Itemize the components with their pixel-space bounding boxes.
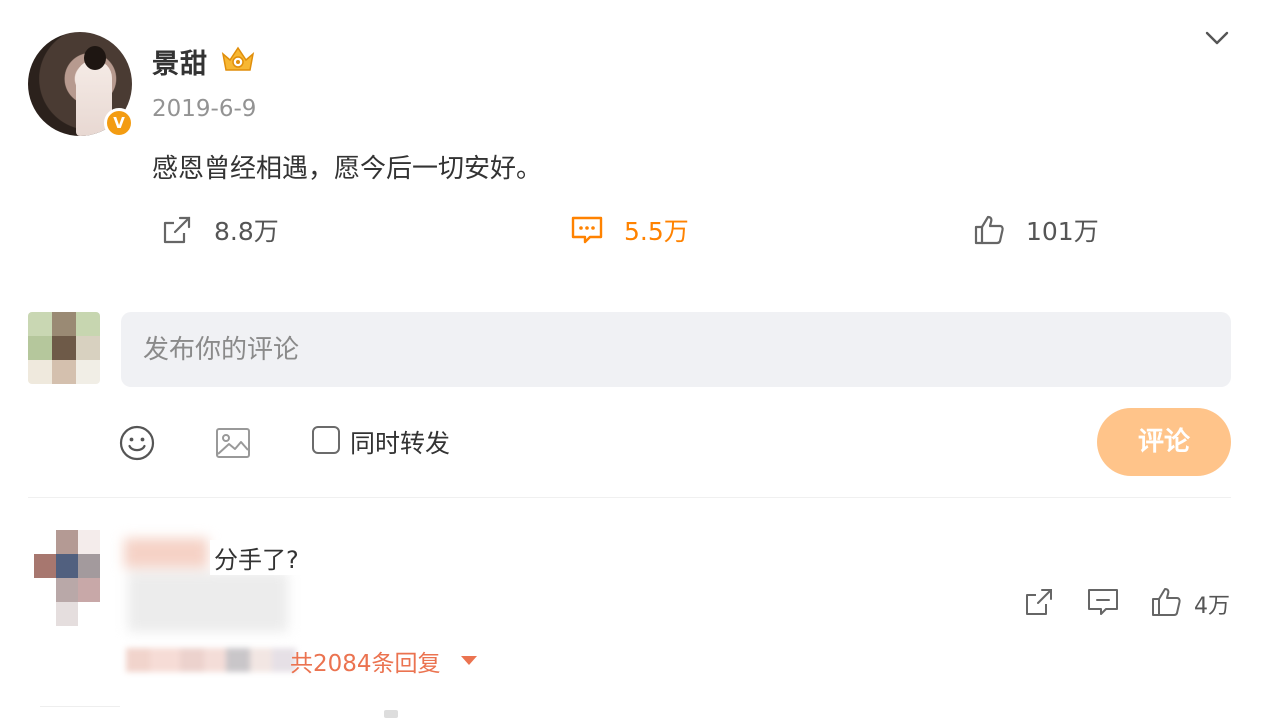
next-comment-edge (384, 710, 398, 718)
image-icon[interactable] (214, 424, 252, 462)
like-count: 101万 (1026, 217, 1099, 246)
blur-block (128, 572, 288, 632)
submit-comment-button[interactable]: 评论 (1097, 408, 1231, 476)
author-name[interactable]: 景甜 (152, 42, 208, 81)
comment-like-icon[interactable] (1148, 584, 1184, 620)
thumbs-up-icon (974, 215, 1004, 245)
comment-input[interactable] (121, 312, 1231, 387)
post-text: 感恩曾经相遇，愿今后一切安好。 (152, 154, 543, 184)
avatar-head (84, 46, 106, 70)
emoji-icon[interactable] (118, 424, 156, 462)
view-replies-link[interactable]: 共2084条回复 (290, 644, 441, 678)
share-button[interactable]: 8.8万 (160, 210, 279, 250)
replies-prefix-blurred (126, 648, 296, 672)
comment-text: 分手了? (210, 540, 303, 575)
comment-reply-icon[interactable] (1085, 584, 1121, 620)
post-date: 2019-6-9 (152, 96, 257, 122)
comment-button[interactable]: 5.5万 (570, 210, 689, 250)
verified-badge-icon: V (104, 108, 134, 138)
next-comment-edge (40, 706, 120, 718)
crown-vip-icon[interactable] (220, 44, 256, 76)
share-count: 8.8万 (214, 217, 279, 246)
post-header: V 景甜 2019-6-9 感恩曾经相遇，愿今后一切安好。 8.8万 5.5万 (0, 0, 1280, 300)
commenter-avatar-pixelated[interactable] (34, 530, 100, 626)
comment-share-icon[interactable] (1021, 584, 1057, 620)
repost-label[interactable]: 同时转发 (350, 424, 450, 460)
my-avatar-pixelated (28, 312, 100, 384)
caret-down-icon[interactable] (461, 656, 477, 665)
repost-checkbox[interactable] (312, 426, 340, 454)
section-divider (28, 497, 1231, 498)
share-icon (163, 216, 191, 244)
like-button[interactable]: 101万 (972, 210, 1099, 250)
comment-like-count: 4万 (1194, 594, 1230, 619)
comment-count: 5.5万 (624, 217, 689, 246)
comment-icon (571, 216, 603, 244)
chevron-down-icon[interactable] (1204, 28, 1230, 48)
blur-block (124, 538, 208, 568)
